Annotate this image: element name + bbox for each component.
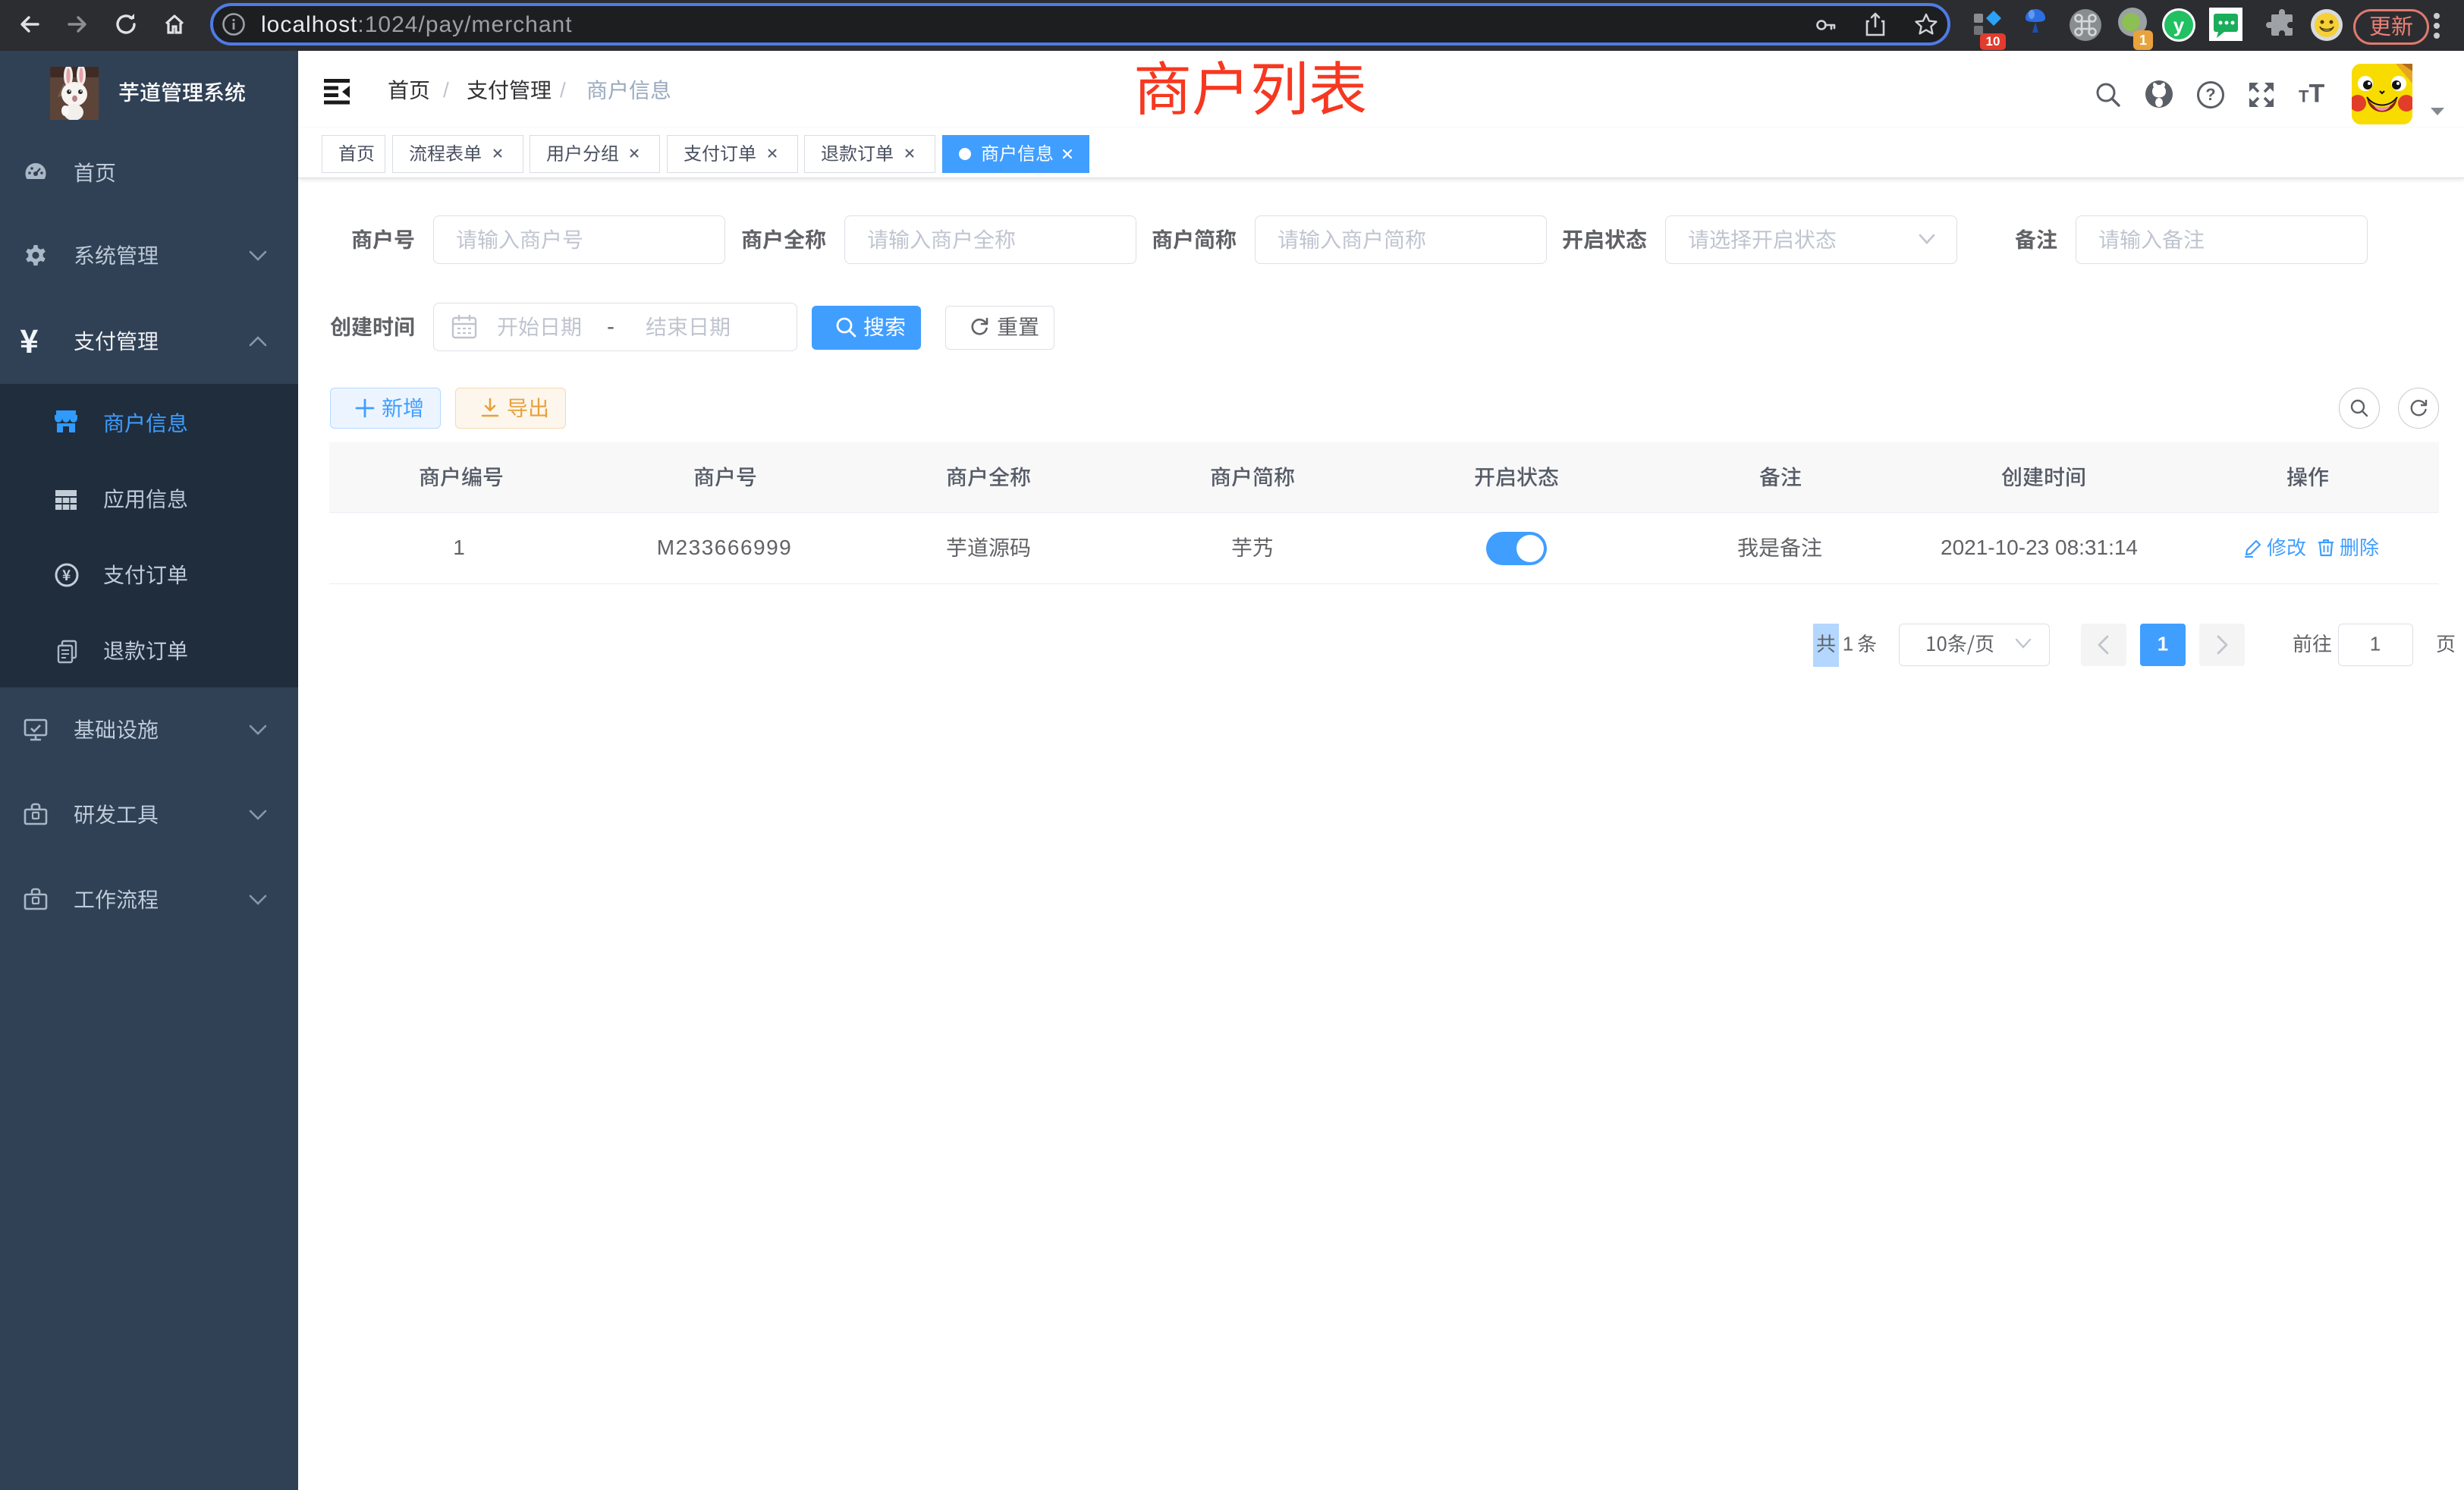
svg-text:y: y — [2173, 14, 2185, 36]
svg-text:?: ? — [2205, 85, 2215, 104]
